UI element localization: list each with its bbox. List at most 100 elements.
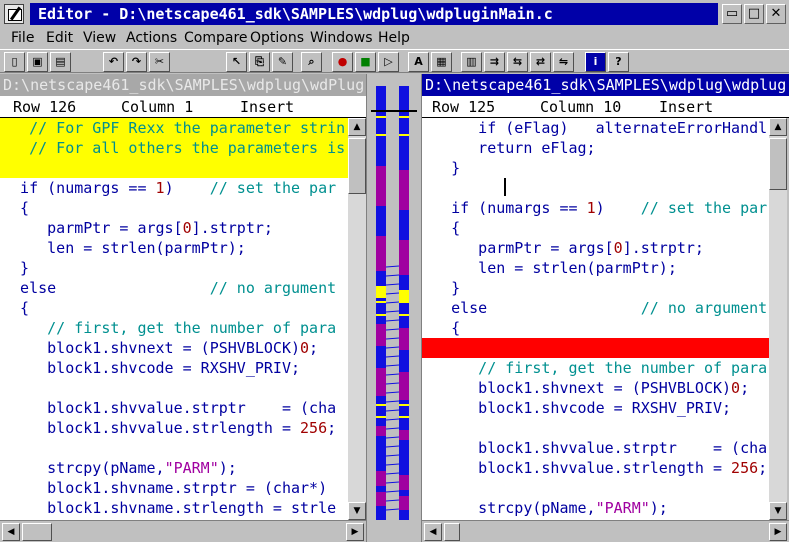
diff-segment[interactable] bbox=[376, 324, 386, 346]
right-code-line[interactable]: block1.shvvalue.strptr = (cha bbox=[422, 438, 769, 458]
diff-segment[interactable] bbox=[376, 426, 386, 436]
diff-mark[interactable] bbox=[399, 134, 409, 136]
right-code-line[interactable]: else // no argument bbox=[422, 298, 769, 318]
play-icon[interactable]: ▷ bbox=[378, 52, 399, 72]
diff-mark[interactable] bbox=[376, 416, 386, 418]
right-code-line[interactable]: block1.shvnext = (PSHVBLOCK)0; bbox=[422, 378, 769, 398]
diff-overview-bar[interactable] bbox=[366, 74, 422, 542]
save-icon[interactable]: ▣ bbox=[27, 52, 48, 72]
diff-segment[interactable] bbox=[376, 492, 386, 506]
left-code-line[interactable]: block1.shvcode = RXSHV_PRIV; bbox=[0, 358, 348, 378]
left-code-line[interactable]: block1.shvname.strptr = (char*) bbox=[0, 478, 348, 498]
left-scroll-left-icon[interactable]: ◀ bbox=[2, 523, 20, 541]
right-code-line[interactable] bbox=[422, 478, 769, 498]
right-code-line[interactable]: return eFlag; bbox=[422, 138, 769, 158]
right-code-line[interactable]: } bbox=[422, 278, 769, 298]
right-code-line[interactable]: block1.shvcode = RXSHV_PRIV; bbox=[422, 398, 769, 418]
left-code-line[interactable]: // For GPF Rexx the parameter strin bbox=[0, 118, 348, 138]
diff-segment[interactable] bbox=[376, 471, 386, 486]
left-code-line[interactable]: if (numargs == 1) // set the par bbox=[0, 178, 348, 198]
left-code-line[interactable]: block1.shvname.strlength = strle bbox=[0, 498, 348, 518]
right-code-line[interactable]: parmPtr = args[0].strptr; bbox=[422, 238, 769, 258]
diff-segment[interactable] bbox=[376, 236, 386, 271]
left-code-line[interactable]: { bbox=[0, 198, 348, 218]
right-code-line[interactable]: len = strlen(parmPtr); bbox=[422, 258, 769, 278]
right-code-line[interactable]: { bbox=[422, 218, 769, 238]
left-hscroll-thumb[interactable] bbox=[22, 523, 52, 541]
format-icon[interactable]: A bbox=[408, 52, 429, 72]
left-code-line[interactable]: block1.shvnext = (PSHVBLOCK)0; bbox=[0, 338, 348, 358]
new-file-icon[interactable]: ▯ bbox=[4, 52, 25, 72]
diff-mark[interactable] bbox=[399, 416, 409, 418]
diff-mark[interactable] bbox=[399, 116, 409, 118]
diff-segment[interactable] bbox=[399, 496, 409, 510]
title-bar[interactable]: Editor - D:\netscape461_sdk\SAMPLES\wdpl… bbox=[0, 0, 789, 28]
right-scroll-left-icon[interactable]: ◀ bbox=[424, 523, 442, 541]
left-code-line[interactable]: // first, get the number of para bbox=[0, 318, 348, 338]
right-scroll-down-icon[interactable]: ▼ bbox=[769, 502, 787, 520]
right-scroll-thumb[interactable] bbox=[769, 138, 787, 190]
right-scroll-up-icon[interactable]: ▲ bbox=[769, 118, 787, 136]
right-scroll-right-icon[interactable]: ▶ bbox=[769, 523, 787, 541]
diff-segment[interactable] bbox=[399, 475, 409, 490]
menu-view[interactable]: View bbox=[83, 29, 116, 47]
right-code-line[interactable]: if (eFlag) alternateErrorHandl bbox=[422, 118, 769, 138]
find-icon[interactable]: ⌕ bbox=[301, 52, 322, 72]
window-list-icon[interactable]: ▥ bbox=[461, 52, 482, 72]
diff-segment[interactable] bbox=[376, 166, 386, 206]
right-code-line[interactable] bbox=[422, 178, 769, 198]
copy-icon[interactable]: ⎘ bbox=[249, 52, 270, 72]
sync-scroll-icon[interactable]: ⇄ bbox=[530, 52, 551, 72]
minimize-button[interactable]: ▭ bbox=[722, 4, 742, 24]
right-vertical-scrollbar[interactable]: ▲ ▼ bbox=[769, 118, 787, 520]
right-code-line[interactable]: if (numargs == 1) // set the par bbox=[422, 198, 769, 218]
grid-icon[interactable]: ▦ bbox=[431, 52, 452, 72]
undo-icon[interactable]: ↶ bbox=[103, 52, 124, 72]
redo-icon[interactable]: ↷ bbox=[126, 52, 147, 72]
menu-compare[interactable]: Compare bbox=[184, 29, 248, 47]
cut-icon[interactable]: ✂ bbox=[149, 52, 170, 72]
menu-windows[interactable]: Windows bbox=[310, 29, 373, 47]
maximize-button[interactable]: □ bbox=[744, 4, 764, 24]
diff-mark[interactable] bbox=[376, 404, 386, 406]
left-code-line[interactable]: else // no argument bbox=[0, 278, 348, 298]
right-horizontal-scrollbar[interactable]: ◀ ▶ bbox=[422, 520, 789, 542]
left-diff-column[interactable] bbox=[376, 86, 386, 520]
left-code-line[interactable]: // For all others the parameters is bbox=[0, 138, 348, 158]
diff-mark[interactable] bbox=[399, 301, 409, 303]
right-code-line[interactable]: strcpy(pName,"PARM"); bbox=[422, 498, 769, 518]
left-horizontal-scrollbar[interactable]: ◀ ▶ bbox=[0, 520, 366, 542]
right-path-bar[interactable]: D:\netscape461_sdk\SAMPLES\wdplug\wdplug bbox=[422, 74, 789, 96]
right-hscroll-thumb[interactable] bbox=[444, 523, 460, 541]
left-code-line[interactable]: } bbox=[0, 258, 348, 278]
diff-segment[interactable] bbox=[376, 286, 386, 298]
open-folder-icon[interactable]: ⇉ bbox=[484, 52, 505, 72]
menu-help[interactable]: Help bbox=[378, 29, 410, 47]
right-code-line[interactable]: block1.shvvalue.strlength = 256; bbox=[422, 458, 769, 478]
right-diff-column[interactable] bbox=[399, 86, 409, 520]
left-scroll-right-icon[interactable]: ▶ bbox=[346, 523, 364, 541]
info-icon[interactable]: i bbox=[585, 52, 606, 72]
diff-mark[interactable] bbox=[376, 134, 386, 136]
diff-segment[interactable] bbox=[399, 430, 409, 440]
left-code-line[interactable] bbox=[0, 438, 348, 458]
editor-app-icon[interactable] bbox=[4, 4, 24, 24]
select-pointer-icon[interactable]: ↖ bbox=[226, 52, 247, 72]
diff-mark[interactable] bbox=[399, 404, 409, 406]
left-code-area[interactable]: // For GPF Rexx the parameter strin // F… bbox=[0, 118, 348, 520]
left-scroll-up-icon[interactable]: ▲ bbox=[348, 118, 366, 136]
left-code-line[interactable] bbox=[0, 378, 348, 398]
diff-segment[interactable] bbox=[399, 328, 409, 350]
left-code-line[interactable]: strcpy(pName,"PARM"); bbox=[0, 458, 348, 478]
diff-mark[interactable] bbox=[376, 301, 386, 303]
left-code-line[interactable]: parmPtr = args[0].strptr; bbox=[0, 218, 348, 238]
menu-file[interactable]: File bbox=[11, 29, 34, 47]
right-code-area[interactable]: if (eFlag) alternateErrorHandl return eF… bbox=[422, 118, 769, 520]
left-scroll-down-icon[interactable]: ▼ bbox=[348, 502, 366, 520]
diff-mark[interactable] bbox=[376, 314, 386, 316]
menu-options[interactable]: Options bbox=[250, 29, 304, 47]
menu-edit[interactable]: Edit bbox=[46, 29, 73, 47]
left-scroll-thumb[interactable] bbox=[348, 138, 366, 194]
diff-segment[interactable] bbox=[376, 368, 386, 396]
paste-icon[interactable]: ✎ bbox=[272, 52, 293, 72]
